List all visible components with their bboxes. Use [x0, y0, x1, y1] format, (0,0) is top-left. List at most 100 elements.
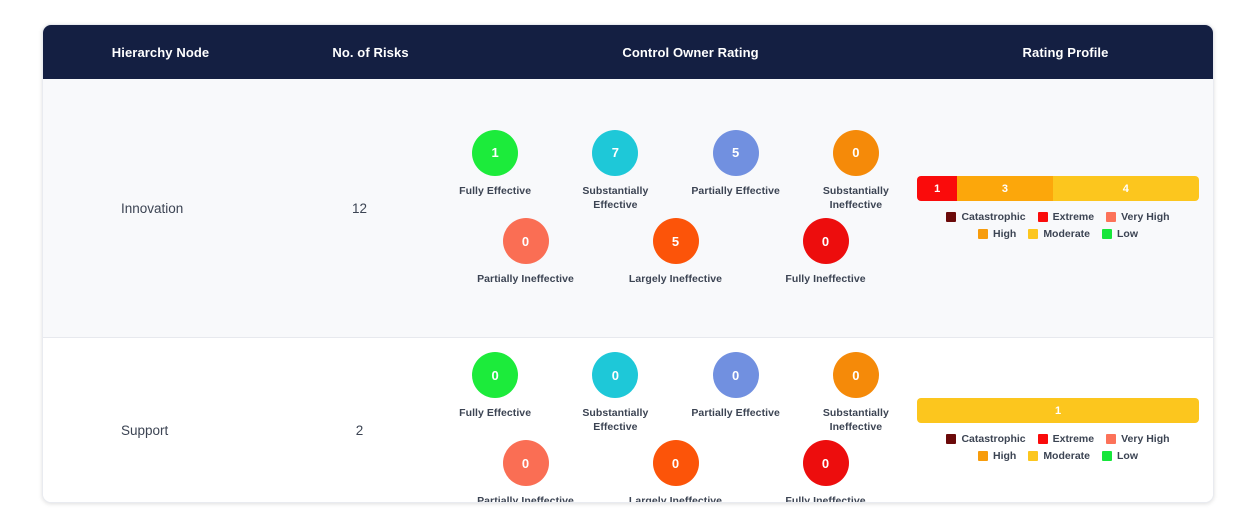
legend-label: Catastrophic [961, 211, 1026, 223]
legend-swatch-icon [1102, 229, 1112, 239]
cell-control-owner-rating: 1 Fully Effective 7 Substantially Effective… [448, 79, 903, 337]
legend-item[interactable]: Catastrophic [946, 433, 1026, 446]
legend-item[interactable]: Very High [1106, 211, 1170, 223]
column-header-control-owner-rating[interactable]: Control Owner Rating [463, 25, 918, 79]
rating-label: Partially Ineffective [477, 273, 574, 286]
legend-swatch-icon [1028, 229, 1039, 239]
rating-item[interactable]: 0 Substantially Effective [568, 352, 662, 434]
legend-swatch-icon [1037, 212, 1048, 222]
legend-swatch-icon [1028, 451, 1039, 462]
legend-item[interactable]: Moderate [1028, 450, 1090, 462]
legend-swatch-icon [1102, 451, 1112, 462]
rating-item[interactable]: 0 Fully Ineffective [776, 218, 876, 286]
legend-swatch-icon [1106, 212, 1117, 222]
cell-hierarchy-node[interactable]: Support [43, 338, 271, 502]
rating-row-effective: 1 Fully Effective 7 Substantially Effective… [448, 129, 903, 212]
rating-label: Partially Effective [691, 407, 780, 419]
column-header-no-of-risks[interactable]: No. of Risks [278, 25, 463, 79]
rating-row-ineffective: 0 Partially Ineffective 5 Largely Ineffecti… [448, 218, 903, 286]
cell-rating-profile: 1 3 4 Catastrophic Extreme Very High High Moder… [903, 79, 1213, 337]
legend-label: Low [1117, 228, 1138, 240]
rating-bubble-group: 0 Fully Effective 0 Substantially Effective… [448, 352, 903, 503]
table-header: Hierarchy Node No. of Risks Control Owne… [43, 25, 1213, 79]
rating-label: Fully Ineffective [785, 495, 866, 503]
cell-no-of-risks[interactable]: 2 [271, 338, 448, 502]
cell-rating-profile: 1 Catastrophic Extreme Very High High Moderat… [903, 338, 1213, 502]
column-header-rating-profile[interactable]: Rating Profile [918, 25, 1213, 79]
rating-count-bubble[interactable]: 1 [472, 129, 519, 176]
legend-label: Moderate [1043, 450, 1090, 463]
rating-count-bubble[interactable]: 0 [502, 218, 549, 265]
legend-swatch-icon [977, 451, 988, 462]
rating-item[interactable]: 0 Fully Effective [448, 352, 542, 434]
stacked-bar-segment[interactable]: 1 [917, 398, 1199, 424]
rating-item[interactable]: 0 Partially Ineffective [476, 218, 576, 286]
rating-count-bubble[interactable]: 0 [832, 352, 879, 398]
legend-label: Low [1117, 450, 1138, 463]
rating-item[interactable]: 0 Substantially Ineffective [809, 129, 903, 212]
column-header-hierarchy-node[interactable]: Hierarchy Node [43, 25, 278, 79]
legend-item[interactable]: Low [1102, 228, 1138, 240]
risk-summary-card: Hierarchy Node No. of Risks Control Owne… [42, 24, 1214, 503]
rating-profile-chart: 1 3 4 Catastrophic Extreme Very High High Moder… [917, 176, 1199, 240]
legend-item[interactable]: High [977, 450, 1017, 463]
rating-item[interactable]: 1 Fully Effective [448, 129, 542, 212]
legend-swatch-icon [977, 229, 988, 239]
rating-row-ineffective: 0 Partially Ineffective 0 Largely Ineffecti… [448, 440, 903, 503]
rating-count-bubble[interactable]: 0 [802, 218, 849, 265]
stacked-bar: 134 [917, 176, 1199, 201]
rating-item[interactable]: 5 Partially Effective [689, 129, 783, 212]
rating-label: Fully Effective [459, 407, 532, 419]
rating-label: Substantially Effective [582, 407, 649, 434]
legend-item[interactable]: Low [1102, 450, 1138, 462]
legend-label: Extreme [1052, 211, 1095, 223]
rating-item[interactable]: 0 Fully Ineffective [776, 440, 876, 503]
legend-item[interactable]: Extreme [1037, 211, 1095, 223]
rating-count-bubble[interactable]: 7 [592, 129, 639, 176]
rating-item[interactable]: 7 Substantially Effective [568, 129, 662, 212]
table-row[interactable]: Support 2 0 Fully Effective 0 Substantially E… [43, 338, 1213, 503]
rating-label: Partially Ineffective [477, 495, 574, 503]
legend-swatch-icon [1106, 434, 1117, 445]
rating-item[interactable]: 0 Partially Ineffective [476, 440, 576, 503]
stacked-bar-segment[interactable]: 4 [1052, 176, 1199, 201]
cell-hierarchy-node[interactable]: Innovation [43, 79, 271, 337]
rating-profile-chart: 1 Catastrophic Extreme Very High High Moderat… [917, 398, 1199, 462]
rating-count-bubble[interactable]: 0 [502, 440, 549, 487]
legend-swatch-icon [946, 212, 957, 222]
rating-count-bubble[interactable]: 5 [652, 218, 699, 265]
legend-item[interactable]: Moderate [1028, 228, 1090, 240]
rating-profile-legend: Catastrophic Extreme Very High High Moderate… [917, 211, 1199, 240]
rating-label: Substantially Effective [582, 184, 649, 211]
rating-label: Substantially Ineffective [822, 407, 889, 434]
stacked-bar-segment[interactable]: 3 [957, 176, 1053, 201]
legend-item[interactable]: High [977, 228, 1016, 240]
rating-count-bubble[interactable]: 5 [712, 129, 759, 176]
rating-label: Fully Effective [459, 184, 532, 197]
rating-item[interactable]: 0 Partially Effective [689, 352, 783, 434]
rating-count-bubble[interactable]: 0 [712, 352, 759, 398]
rating-item[interactable]: 5 Largely Ineffective [626, 218, 726, 286]
legend-label: Very High [1121, 433, 1170, 446]
legend-item[interactable]: Very High [1106, 433, 1170, 446]
legend-label: Catastrophic [961, 433, 1026, 446]
rating-count-bubble[interactable]: 0 [802, 440, 849, 487]
legend-item[interactable]: Catastrophic [946, 211, 1026, 223]
legend-label: High [992, 450, 1017, 463]
rating-label: Partially Effective [691, 184, 780, 197]
cell-no-of-risks[interactable]: 12 [271, 79, 448, 337]
rating-label: Substantially Ineffective [822, 184, 889, 211]
stacked-bar: 1 [917, 398, 1199, 424]
page-root: Hierarchy Node No. of Risks Control Owne… [0, 0, 1256, 523]
rating-item[interactable]: 0 Substantially Ineffective [809, 352, 903, 434]
rating-count-bubble[interactable]: 0 [592, 352, 639, 398]
legend-label: Very High [1121, 211, 1170, 223]
table-row[interactable]: Innovation 12 1 Fully Effective 7 Substantial… [43, 79, 1213, 338]
stacked-bar-segment[interactable]: 1 [917, 176, 958, 201]
legend-label: Moderate [1043, 228, 1090, 240]
rating-count-bubble[interactable]: 0 [652, 440, 699, 487]
legend-item[interactable]: Extreme [1037, 433, 1094, 445]
rating-count-bubble[interactable]: 0 [472, 352, 519, 398]
rating-item[interactable]: 0 Largely Ineffective [626, 440, 726, 502]
rating-count-bubble[interactable]: 0 [832, 129, 879, 176]
